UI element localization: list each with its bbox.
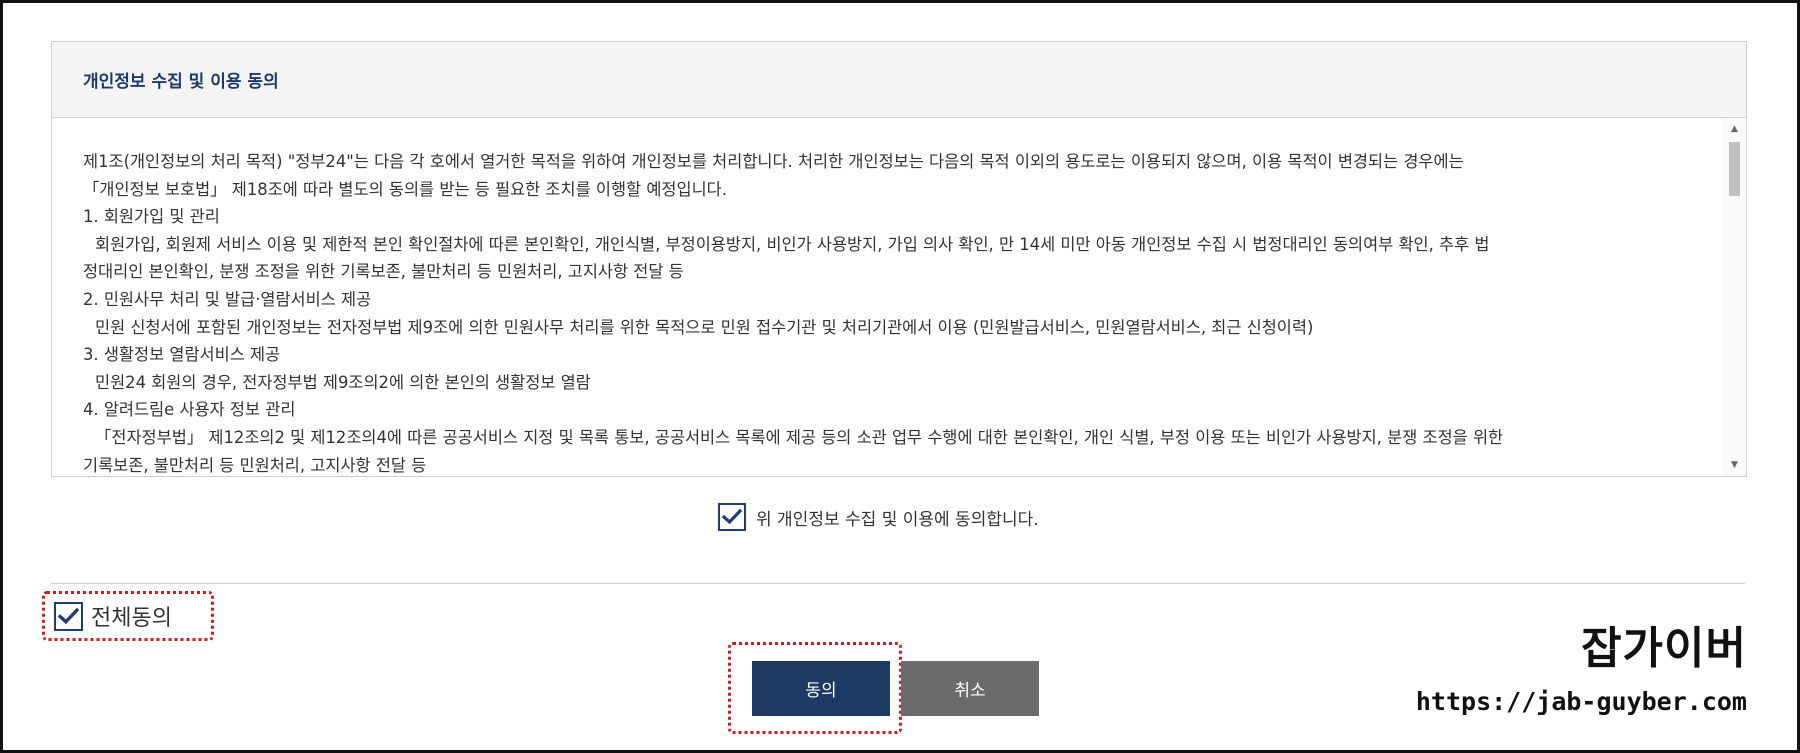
- watermark-brand: 잡가이버: [1581, 623, 1747, 674]
- agree-checkbox-label: 위 개인정보 수집 및 이용에 동의합니다.: [756, 509, 1039, 530]
- terms-line: 3. 생활정보 열람서비스 제공: [83, 345, 281, 365]
- terms-content: 제1조(개인정보의 처리 목적) "정부24"는 다음 각 호에서 열거한 목적…: [83, 148, 1713, 476]
- terms-line: 2. 민원사무 처리 및 발급·열람서비스 제공: [83, 289, 372, 309]
- terms-line: 「전자정부법」 제12조의2 및 제12조의4에 따른 공공서비스 지정 및 목…: [95, 427, 1504, 447]
- cancel-button[interactable]: 취소: [901, 661, 1039, 716]
- terms-line: 민원24 회원의 경우, 전자정부법 제9조의2에 의한 본인의 생활정보 열람: [95, 372, 591, 392]
- terms-line: 4. 알려드림e 사용자 정보 관리: [83, 400, 296, 420]
- scrollbar-thumb[interactable]: [1729, 142, 1740, 196]
- divider: [51, 583, 1745, 584]
- terms-line: 제1조(개인정보의 처리 목적) "정부24"는 다음 각 호에서 열거한 목적…: [83, 152, 1464, 171]
- terms-line: 회원가입, 회원제 서비스 이용 및 제한적 본인 확인절차에 따른 본인확인,…: [95, 234, 1490, 254]
- agree-all-row[interactable]: 전체동의: [54, 600, 172, 632]
- checkmark-icon: [722, 509, 742, 525]
- agree-all-checkbox[interactable]: [54, 601, 83, 631]
- privacy-consent-panel: 개인정보 수집 및 이용 동의 제1조(개인정보의 처리 목적) "정부24"는…: [51, 41, 1747, 477]
- agree-consent-row[interactable]: 위 개인정보 수집 및 이용에 동의합니다.: [718, 503, 1039, 531]
- terms-scroll-area[interactable]: 제1조(개인정보의 처리 목적) "정부24"는 다음 각 호에서 열거한 목적…: [52, 118, 1746, 476]
- terms-line: 민원 신청서에 포함된 개인정보는 전자정부법 제9조에 의한 민원사무 처리를…: [95, 317, 1314, 337]
- agree-checkbox[interactable]: [718, 503, 746, 531]
- scroll-up-arrow-icon[interactable]: ▲: [1723, 120, 1746, 138]
- scroll-down-arrow-icon[interactable]: ▼: [1723, 456, 1746, 474]
- terms-line: 1. 회원가입 및 관리: [83, 207, 220, 227]
- terms-line: 기록보존, 불만처리 등 민원처리, 고지사항 전달 등: [83, 455, 427, 475]
- panel-title: 개인정보 수집 및 이용 동의: [83, 72, 279, 92]
- agree-button[interactable]: 동의: [752, 661, 890, 716]
- scrollbar[interactable]: ▲ ▼: [1723, 118, 1746, 476]
- checkmark-icon: [58, 607, 79, 624]
- watermark-url: https://jab-guyber.com: [1415, 687, 1747, 716]
- agree-all-label: 전체동의: [91, 606, 172, 631]
- terms-line: 「개인정보 보호법」 제18조에 따라 별도의 동의를 받는 등 필요한 조치를…: [83, 179, 727, 199]
- panel-header: 개인정보 수집 및 이용 동의: [52, 42, 1746, 118]
- terms-line: 정대리인 본인확인, 분쟁 조정을 위한 기록보존, 불만처리 등 민원처리, …: [83, 262, 684, 282]
